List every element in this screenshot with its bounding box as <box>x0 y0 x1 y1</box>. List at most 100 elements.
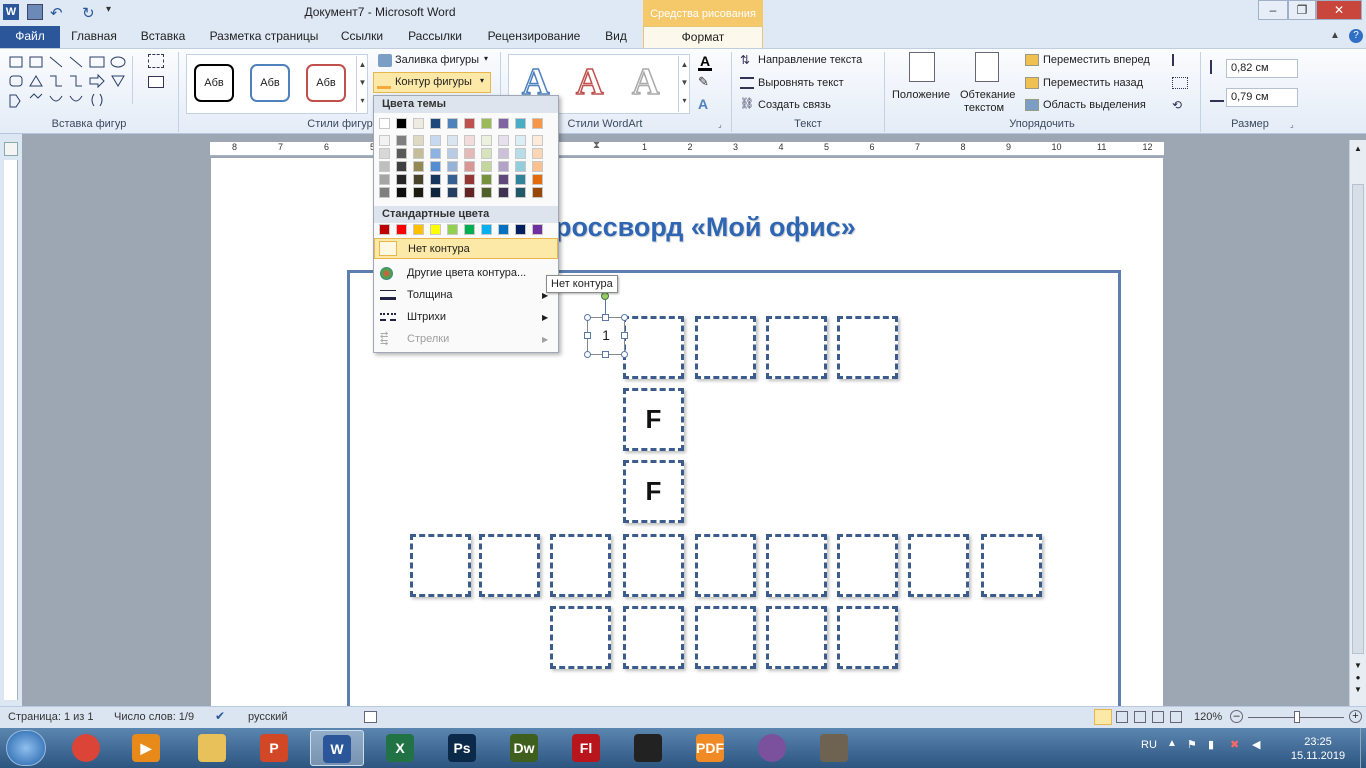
crossword-cell[interactable] <box>837 534 898 597</box>
scroll-thumb[interactable] <box>1352 184 1364 654</box>
taskbar-app-word[interactable]: W <box>310 730 364 766</box>
theme-shade-swatch[interactable] <box>515 174 526 185</box>
theme-shade-swatch[interactable] <box>379 187 390 198</box>
theme-shade-swatch[interactable] <box>498 174 509 185</box>
word-count[interactable]: Число слов: 1/9 <box>114 711 194 723</box>
theme-shade-swatch[interactable] <box>396 148 407 159</box>
crossword-cell[interactable] <box>479 534 540 597</box>
height-input[interactable]: 0,82 см <box>1226 59 1298 78</box>
theme-shade-swatch[interactable] <box>481 161 492 172</box>
selection-pane-button[interactable]: Область выделения <box>1043 99 1146 111</box>
theme-shade-swatch[interactable] <box>430 174 441 185</box>
standard-color-swatch[interactable] <box>396 224 407 235</box>
size-dialog-launcher-icon[interactable]: ⌟ <box>1290 120 1294 129</box>
theme-color-swatch[interactable] <box>379 118 390 129</box>
theme-color-swatch[interactable] <box>481 118 492 129</box>
theme-shade-swatch[interactable] <box>532 174 543 185</box>
theme-shade-swatch[interactable] <box>396 187 407 198</box>
position-button[interactable]: Положение <box>892 89 950 101</box>
crossword-cell[interactable] <box>981 534 1042 597</box>
align-icon[interactable] <box>1172 54 1188 66</box>
shape-fill-button[interactable]: Заливка фигуры <box>395 54 479 66</box>
theme-shade-swatch[interactable] <box>430 161 441 172</box>
standard-color-swatch[interactable] <box>464 224 475 235</box>
taskbar-app-pdf[interactable]: PDF <box>684 730 738 766</box>
theme-shade-swatch[interactable] <box>447 174 458 185</box>
theme-shade-swatch[interactable] <box>413 135 424 146</box>
zoom-level[interactable]: 120% <box>1194 711 1222 723</box>
shapes-scroll[interactable] <box>132 56 142 104</box>
theme-shade-swatch[interactable] <box>447 187 458 198</box>
theme-color-swatch[interactable] <box>464 118 475 129</box>
standard-color-swatch[interactable] <box>498 224 509 235</box>
edit-shape-icon[interactable] <box>148 54 164 68</box>
crossword-cell[interactable] <box>623 606 684 669</box>
show-desktop-button[interactable] <box>1360 728 1366 768</box>
theme-shade-swatch[interactable] <box>498 161 509 172</box>
crossword-cell[interactable] <box>623 316 684 379</box>
standard-color-swatch[interactable] <box>481 224 492 235</box>
rotate-icon[interactable]: ⟲ <box>1172 99 1188 111</box>
standard-color-swatch[interactable] <box>430 224 441 235</box>
taskbar-app-gimp[interactable] <box>808 730 862 766</box>
redo-icon[interactable]: ↻ <box>82 4 98 22</box>
crossword-cell[interactable] <box>695 606 756 669</box>
zoom-slider-thumb[interactable] <box>1294 711 1300 723</box>
input-language[interactable]: RU <box>1141 739 1157 751</box>
action-center-icon[interactable]: ✖ <box>1230 738 1239 751</box>
group-icon[interactable] <box>1172 77 1188 89</box>
theme-shade-swatch[interactable] <box>430 135 441 146</box>
document-heading[interactable]: россворд «Мой офис» <box>555 212 856 243</box>
taskbar-app-chrome[interactable] <box>60 730 114 766</box>
save-icon[interactable] <box>27 4 43 20</box>
tab-view[interactable]: Вид <box>598 26 634 48</box>
no-outline-item[interactable]: Нет контура <box>374 238 558 259</box>
start-button[interactable] <box>6 730 46 766</box>
shapes-gallery[interactable] <box>8 54 140 110</box>
vertical-ruler[interactable] <box>4 160 18 700</box>
undo-icon[interactable]: ↶ <box>50 4 66 22</box>
theme-shade-swatch[interactable] <box>481 187 492 198</box>
theme-shade-swatch[interactable] <box>413 174 424 185</box>
resize-handle[interactable] <box>584 332 591 339</box>
crossword-cell[interactable] <box>908 534 969 597</box>
taskbar-app-inkscape[interactable] <box>622 730 676 766</box>
theme-shade-swatch[interactable] <box>481 174 492 185</box>
language[interactable]: русский <box>248 711 287 723</box>
rotation-handle[interactable] <box>601 292 609 300</box>
crossword-cell[interactable] <box>837 606 898 669</box>
theme-color-swatch[interactable] <box>413 118 424 129</box>
crossword-cell[interactable]: F <box>623 388 684 451</box>
theme-shade-swatch[interactable] <box>379 135 390 146</box>
theme-shade-swatch[interactable] <box>515 161 526 172</box>
horizontal-ruler[interactable]: 87654321123456789101112 ⧗ <box>210 140 1164 156</box>
theme-shade-swatch[interactable] <box>413 161 424 172</box>
macro-icon[interactable] <box>364 711 377 723</box>
resize-handle[interactable] <box>621 332 628 339</box>
style-thumb-blue[interactable]: Абв <box>250 64 290 102</box>
taskbar-app-flash[interactable]: Fl <box>560 730 614 766</box>
standard-color-swatch[interactable] <box>515 224 526 235</box>
volume-icon[interactable]: ◀ <box>1252 738 1260 751</box>
resize-handle[interactable] <box>584 351 591 358</box>
standard-color-swatch[interactable] <box>532 224 543 235</box>
theme-shade-swatch[interactable] <box>396 135 407 146</box>
text-outline-icon[interactable]: ✎ <box>698 75 712 89</box>
theme-color-swatch[interactable] <box>447 118 458 129</box>
crossword-cell[interactable] <box>550 606 611 669</box>
theme-shade-swatch[interactable] <box>430 187 441 198</box>
scroll-up-icon[interactable]: ▲ <box>1352 144 1364 158</box>
theme-shade-swatch[interactable] <box>379 148 390 159</box>
tab-insert[interactable]: Вставка <box>134 26 192 48</box>
web-layout-view-icon[interactable] <box>1134 711 1146 723</box>
standard-color-swatch[interactable] <box>413 224 424 235</box>
theme-shade-swatch[interactable] <box>481 148 492 159</box>
minimize-button[interactable]: – <box>1258 0 1288 20</box>
theme-shade-swatch[interactable] <box>396 161 407 172</box>
crossword-cell[interactable] <box>837 316 898 379</box>
page-count[interactable]: Страница: 1 из 1 <box>8 711 94 723</box>
wrap-text-line1[interactable]: Обтекание <box>960 89 1015 101</box>
theme-color-swatch[interactable] <box>430 118 441 129</box>
taskbar-app-dreamweaver[interactable]: Dw <box>498 730 552 766</box>
resize-handle[interactable] <box>584 314 591 321</box>
